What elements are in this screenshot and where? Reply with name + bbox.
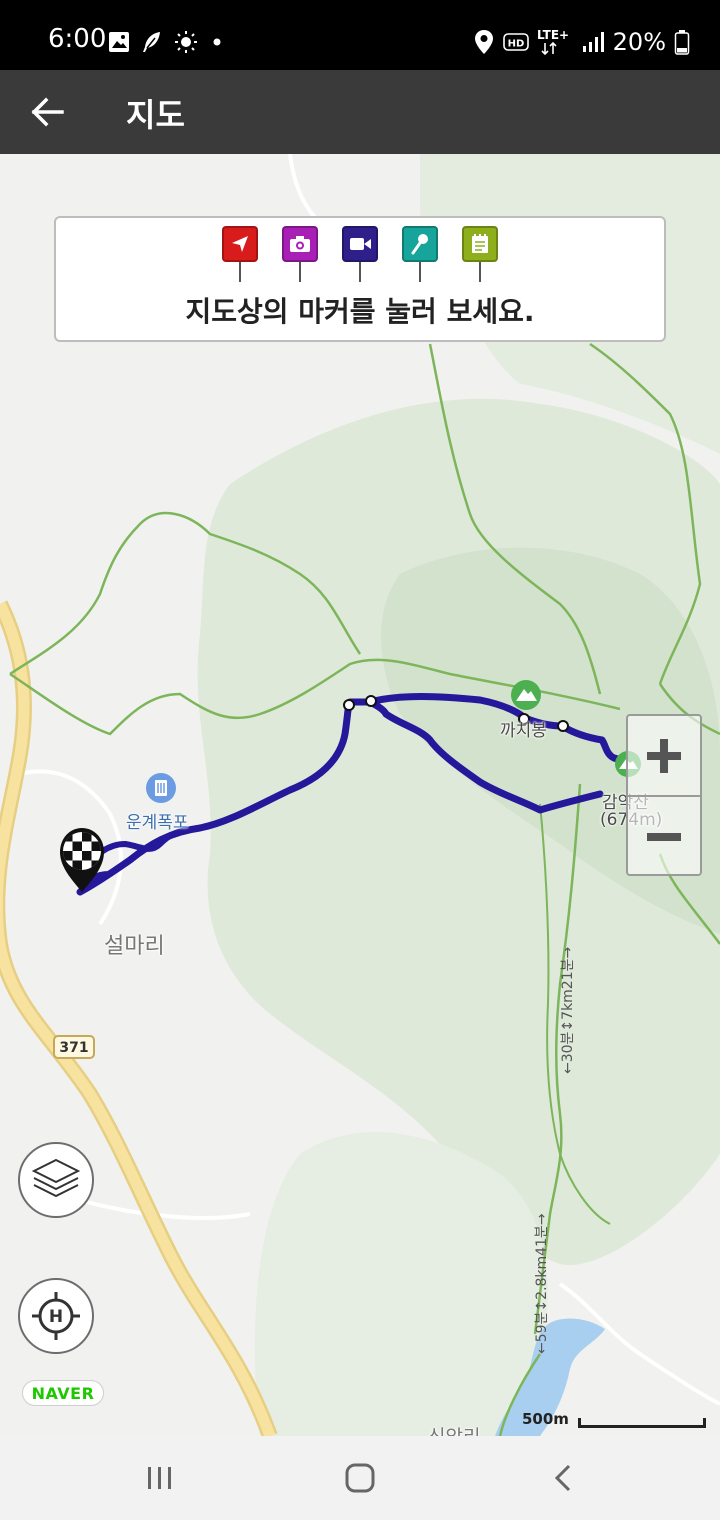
page-title: 지도 bbox=[126, 96, 185, 134]
back-icon bbox=[554, 1464, 571, 1492]
home-icon bbox=[345, 1463, 375, 1493]
memo-marker-icon bbox=[472, 234, 488, 253]
video-marker[interactable] bbox=[342, 226, 378, 286]
waterfall-poi-icon[interactable] bbox=[146, 773, 176, 803]
back-arrow-icon bbox=[31, 97, 64, 127]
village-label: 설마리 bbox=[104, 934, 165, 959]
status-bar: 6:00 HD LTE+ 20% bbox=[0, 0, 720, 70]
naver-logo: NAVER bbox=[22, 1380, 104, 1406]
status-right-icons: HD LTE+ 20% bbox=[473, 24, 690, 60]
signal-icon bbox=[582, 32, 604, 52]
svg-text:HD: HD bbox=[507, 39, 524, 50]
memo-marker[interactable] bbox=[462, 226, 498, 286]
system-nav-bar bbox=[0, 1436, 720, 1520]
waterfall-label: 운계폭포 bbox=[126, 813, 189, 833]
camera-marker[interactable] bbox=[282, 226, 318, 286]
peak-marker-icon[interactable] bbox=[511, 680, 541, 710]
marker-legend: 지도상의 마커를 눌러 보세요. bbox=[54, 216, 666, 342]
location-icon bbox=[474, 30, 493, 54]
scale-label: 500m bbox=[522, 1410, 569, 1428]
waypoint-dot[interactable] bbox=[365, 695, 377, 707]
system-back-button[interactable] bbox=[540, 1454, 588, 1502]
map-view[interactable]: 371 ←30분↕7km21분→ ←59분↕2.8km41분→ 운계폭포 설마리… bbox=[0, 154, 720, 1436]
trail-info-label: ←30분↕7km21분→ bbox=[560, 946, 576, 1074]
lower-forest bbox=[254, 1132, 548, 1436]
back-button[interactable] bbox=[22, 88, 70, 136]
home-button[interactable] bbox=[336, 1454, 384, 1502]
legend-instruction-text: 지도상의 마커를 눌러 보세요. bbox=[185, 295, 535, 328]
sun-icon bbox=[175, 31, 197, 53]
recent-apps-icon bbox=[148, 1467, 171, 1489]
minus-icon bbox=[647, 832, 681, 841]
status-time: 6:00 bbox=[48, 24, 107, 54]
hd-icon: HD bbox=[502, 33, 529, 51]
zoom-control bbox=[626, 714, 702, 876]
lte-icon: LTE+ bbox=[537, 28, 569, 56]
road-number: 371 bbox=[59, 1040, 88, 1056]
microphone-marker[interactable] bbox=[402, 226, 438, 286]
south-village-label: 신암리 bbox=[428, 1422, 480, 1436]
legend-marker-row bbox=[222, 226, 498, 286]
trail-info-label: ←59분↕2.8km41분→ bbox=[534, 1213, 550, 1354]
dot-icon bbox=[213, 38, 221, 46]
layers-button[interactable] bbox=[18, 1142, 94, 1218]
battery-percent: 20% bbox=[612, 28, 666, 56]
app-bar: 지도 bbox=[0, 70, 720, 154]
layers-icon bbox=[31, 1158, 81, 1198]
svg-text:H: H bbox=[49, 1307, 63, 1327]
peak-label: 까치봉 bbox=[500, 721, 547, 741]
recent-apps-button[interactable] bbox=[136, 1454, 184, 1502]
crosshair-home-icon: H bbox=[32, 1292, 80, 1340]
feather-icon bbox=[143, 32, 160, 52]
battery-icon bbox=[674, 30, 690, 55]
svg-text:LTE+: LTE+ bbox=[537, 28, 569, 42]
recenter-home-button[interactable]: H bbox=[18, 1278, 94, 1354]
scale-line bbox=[578, 1418, 706, 1428]
status-left-icons bbox=[108, 26, 226, 58]
waypoint-dot[interactable] bbox=[343, 699, 355, 711]
zoom-out-button[interactable] bbox=[628, 797, 700, 876]
navigation-marker[interactable] bbox=[222, 226, 258, 286]
video-marker-icon bbox=[350, 238, 371, 250]
image-icon bbox=[109, 32, 129, 52]
plus-icon bbox=[647, 738, 681, 773]
navigation-marker-icon bbox=[232, 236, 248, 252]
waypoint-dot[interactable] bbox=[557, 720, 569, 732]
road-shield-371: 371 bbox=[53, 1035, 95, 1059]
microphone-marker-icon bbox=[411, 234, 428, 255]
camera-marker-icon bbox=[290, 236, 310, 252]
zoom-in-button[interactable] bbox=[628, 716, 700, 795]
